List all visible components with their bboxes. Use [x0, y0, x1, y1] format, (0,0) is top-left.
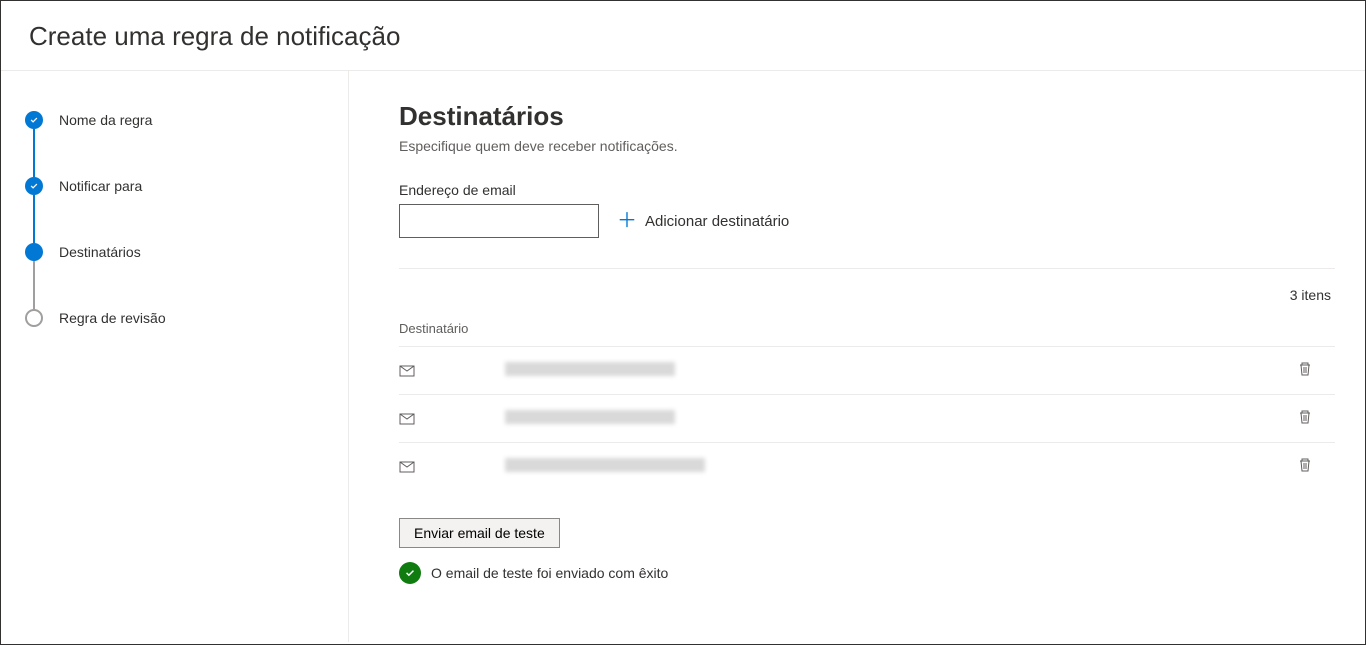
dialog-body: Nome da regra Notificar para Destinatári…	[1, 71, 1365, 642]
mail-icon	[399, 461, 415, 473]
recipient-email	[505, 362, 1275, 379]
step-label: Notificar para	[59, 178, 142, 194]
step-label: Nome da regra	[59, 112, 152, 128]
upcoming-step-icon	[25, 309, 43, 327]
add-recipient-label: Adicionar destinatário	[645, 213, 789, 230]
step-connector	[33, 261, 35, 309]
table-header: Destinatário	[399, 321, 1335, 346]
step-label: Destinatários	[59, 244, 141, 260]
email-field-label: Endereço de email	[399, 182, 1335, 198]
email-input[interactable]	[399, 204, 599, 238]
count-value: 3	[1290, 287, 1298, 303]
step-connector	[33, 129, 35, 177]
item-count: 3 itens	[399, 269, 1335, 321]
section-subtitle: Especifique quem deve receber notificaçõ…	[399, 138, 1335, 154]
recipient-row	[399, 346, 1335, 394]
delete-recipient-button[interactable]	[1275, 409, 1335, 428]
section-title: Destinatários	[399, 101, 1335, 132]
mail-icon	[399, 413, 415, 425]
main-panel: Destinatários Especifique quem deve rece…	[349, 71, 1365, 642]
status-row: O email de teste foi enviado com êxito	[399, 562, 1335, 584]
recipient-email	[505, 458, 1275, 475]
step-recipients[interactable]: Destinatários	[25, 243, 324, 309]
dialog-title: Create uma regra de notificação	[29, 21, 1337, 52]
step-rule-name[interactable]: Nome da regra	[25, 111, 324, 177]
add-recipient-button[interactable]: ＋ Adicionar destinatário	[617, 211, 789, 231]
step-review-rule[interactable]: Regra de revisão	[25, 309, 324, 327]
recipient-email	[505, 410, 1275, 427]
delete-recipient-button[interactable]	[1275, 361, 1335, 380]
trash-icon	[1297, 361, 1313, 377]
step-label: Regra de revisão	[59, 310, 166, 326]
wizard-sidebar: Nome da regra Notificar para Destinatári…	[1, 71, 349, 642]
recipient-row	[399, 442, 1335, 490]
dialog-header: Create uma regra de notificação	[1, 1, 1365, 71]
email-input-row: ＋ Adicionar destinatário	[399, 204, 1335, 238]
check-icon	[25, 111, 43, 129]
trash-icon	[1297, 457, 1313, 473]
footer-area: Enviar email de teste O email de teste f…	[399, 518, 1335, 584]
check-icon	[25, 177, 43, 195]
dialog-frame: Create uma regra de notificação Nome da …	[0, 0, 1366, 645]
step-connector	[33, 195, 35, 243]
delete-recipient-button[interactable]	[1275, 457, 1335, 476]
send-test-email-button[interactable]: Enviar email de teste	[399, 518, 560, 548]
wizard-steps: Nome da regra Notificar para Destinatári…	[25, 111, 324, 327]
recipient-row	[399, 394, 1335, 442]
mail-icon	[399, 365, 415, 377]
step-notify-for[interactable]: Notificar para	[25, 177, 324, 243]
success-icon	[399, 562, 421, 584]
current-step-icon	[25, 243, 43, 261]
trash-icon	[1297, 409, 1313, 425]
count-unit: itens	[1301, 287, 1331, 303]
plus-icon: ＋	[617, 211, 637, 231]
status-text: O email de teste foi enviado com êxito	[431, 565, 668, 581]
